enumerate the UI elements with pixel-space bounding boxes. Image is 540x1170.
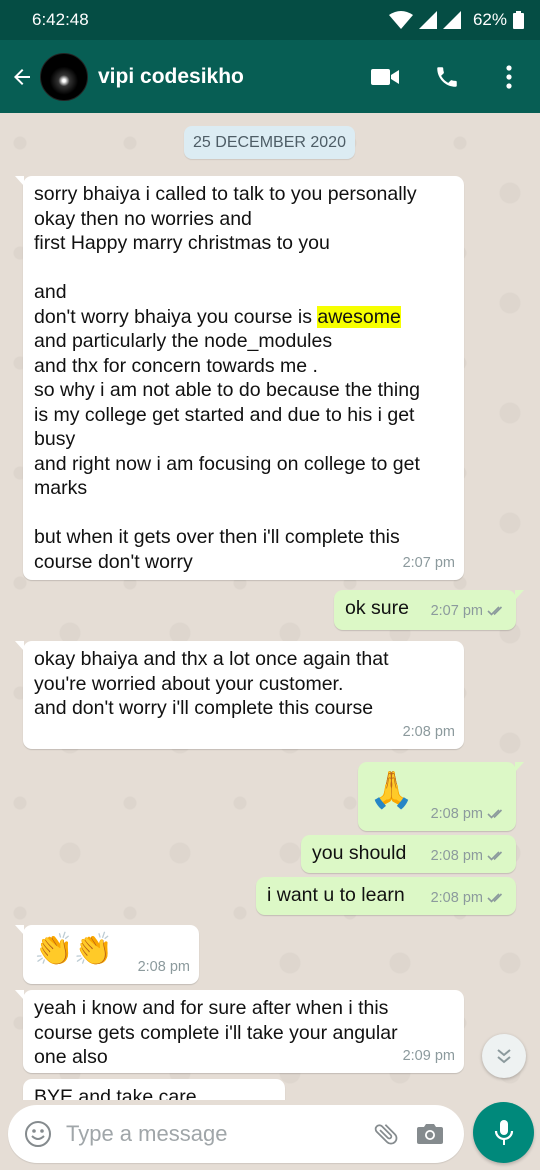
mic-icon [494, 1119, 513, 1145]
double-check-icon [487, 893, 503, 903]
composer-bar [0, 1100, 540, 1170]
camera-button[interactable] [408, 1112, 452, 1156]
message-input-container [8, 1105, 464, 1163]
message-time: 2:07 pm [402, 554, 455, 571]
message-text: okay bhaiya and thx a lot once again tha… [34, 648, 389, 719]
video-call-button[interactable] [354, 40, 416, 113]
message-time: 2:08 pm [430, 847, 483, 864]
chat-area[interactable]: 25 DECEMBER 2020 sorry bhaiya i called t… [0, 113, 540, 1100]
more-options-button[interactable] [478, 40, 540, 113]
message-time: 2:08 pm [430, 805, 483, 822]
scroll-down-button[interactable] [482, 1034, 526, 1078]
contact-name[interactable]: vipi codesikho [98, 65, 354, 89]
message-input[interactable] [66, 1121, 364, 1147]
more-options-icon [506, 64, 512, 89]
message-outgoing[interactable]: you should 2:08 pm [301, 835, 516, 873]
status-bar: 6:42:48 62% [0, 0, 540, 40]
battery-percent: 62% [472, 10, 507, 29]
voice-call-icon [437, 66, 457, 87]
message-outgoing[interactable]: ok sure 2:07 pm [334, 590, 524, 630]
camera-icon [417, 1124, 443, 1144]
video-call-icon [371, 68, 399, 85]
voice-record-button[interactable] [473, 1102, 534, 1163]
message-time: 2:08 pm [137, 958, 190, 975]
message-text: yeah i know and for sure after when i th… [34, 997, 398, 1068]
double-check-icon [487, 809, 503, 819]
date-chip: 25 DECEMBER 2020 [184, 126, 355, 159]
message-incoming[interactable]: BYE and take care [23, 1079, 285, 1100]
message-incoming[interactable]: yeah i know and for sure after when i th… [15, 990, 464, 1073]
signal-icon-2 [442, 11, 461, 29]
voice-call-button[interactable] [416, 40, 478, 113]
message-incoming[interactable]: 👏👏 2:08 pm [15, 925, 199, 984]
highlighted-word: awesome [317, 305, 401, 328]
emoji-button[interactable] [20, 1116, 56, 1152]
attach-button[interactable] [364, 1112, 408, 1156]
message-outgoing[interactable]: 🙏 2:08 pm [358, 762, 524, 831]
message-time: 2:08 pm [430, 889, 483, 906]
back-arrow-icon [14, 68, 30, 85]
status-time: 6:42:48 [32, 10, 89, 29]
double-check-icon [487, 606, 503, 616]
message-time: 2:08 pm [402, 723, 455, 740]
attach-icon [374, 1124, 398, 1145]
avatar[interactable] [40, 52, 88, 101]
message-outgoing[interactable]: i want u to learn 2:08 pm [256, 877, 516, 915]
signal-icon [418, 11, 437, 29]
emoji-icon [25, 1121, 51, 1147]
message-text: BYE and take care [34, 1086, 197, 1100]
back-button[interactable] [4, 40, 40, 113]
battery-icon [513, 11, 524, 29]
scroll-down-icon [497, 1049, 511, 1064]
chat-header: vipi codesikho [0, 40, 540, 113]
message-time: 2:07 pm [430, 602, 483, 619]
message-time: 2:09 pm [402, 1047, 455, 1064]
message-text: sorry bhaiya i called to talk to you per… [34, 183, 420, 573]
message-incoming[interactable]: sorry bhaiya i called to talk to you per… [15, 176, 464, 580]
wifi-icon [388, 11, 413, 29]
double-check-icon [487, 851, 503, 861]
message-incoming[interactable]: okay bhaiya and thx a lot once again tha… [15, 641, 464, 749]
